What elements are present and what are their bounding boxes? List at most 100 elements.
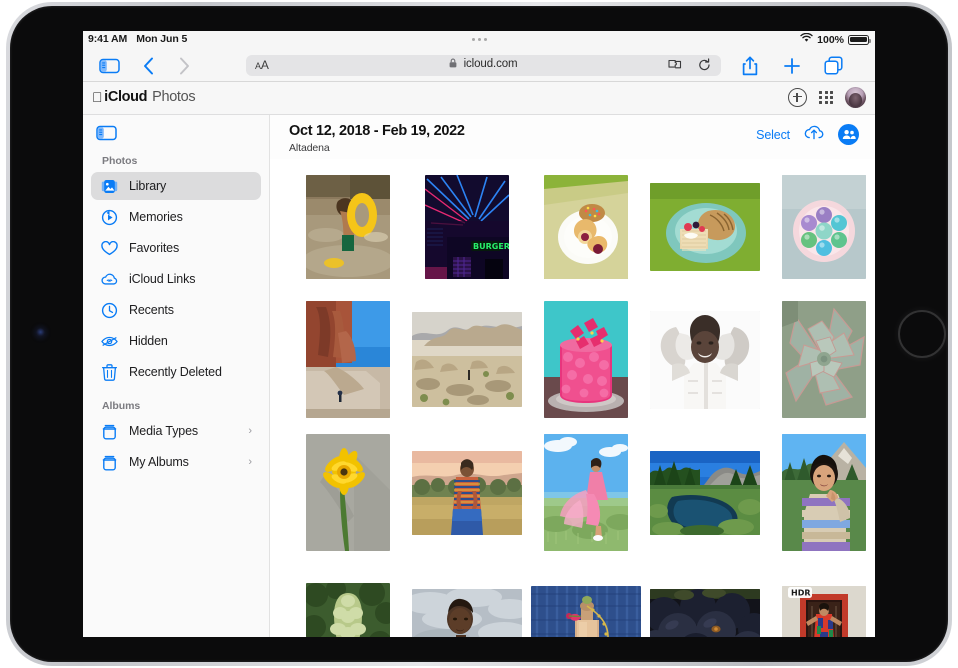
photo-grid: BURGERS (270, 159, 875, 637)
album-icon (101, 423, 118, 440)
photo-cell[interactable] (764, 164, 875, 289)
photo-perfume-bottle-denim[interactable] (530, 585, 641, 637)
photo-cell[interactable] (288, 297, 407, 422)
photo-neon-burgers-diner-sign[interactable]: BURGERS (424, 174, 509, 279)
photo-cell[interactable] (407, 430, 526, 555)
photo-yellow-gerbera-daisy[interactable] (305, 434, 390, 551)
photo-cell[interactable] (645, 430, 764, 555)
photo-pink-frosted-cake[interactable] (543, 301, 628, 418)
tabs-overview-icon[interactable] (823, 55, 844, 76)
photo-child-in-water-with-yellow-float[interactable] (305, 174, 390, 279)
sidebar-item-media-types[interactable]: Media Types › (91, 417, 261, 445)
photo-cell[interactable] (526, 563, 645, 637)
ipad-device: 9:41 AM Mon Jun 5 100% AA icloud.com iCl… (0, 0, 958, 668)
photo-pastries-on-white-plate[interactable] (543, 174, 628, 279)
sidebar-item-label: My Albums (129, 455, 189, 469)
cloud-upload-icon[interactable] (804, 124, 824, 145)
photo-woman-pink-dress-meadow[interactable] (543, 434, 628, 551)
photo-dark-plums-closeup[interactable] (649, 588, 760, 637)
sidebar-group-header: Albums (102, 400, 141, 412)
eye-slash-icon (101, 333, 118, 350)
sidebar-item-my-albums[interactable]: My Albums › (91, 448, 261, 476)
sidebar-item-label: Library (129, 179, 167, 193)
sidebar-item-label: Recently Deleted (129, 365, 222, 379)
sidebar-group-header: Photos (102, 155, 138, 167)
photo-dessert-on-teal-plate[interactable] (649, 182, 760, 271)
photo-macarons-on-pink-plate[interactable] (781, 174, 866, 279)
photos-app-body: Photos Library Memories Favorites iCloud… (83, 115, 875, 637)
select-button[interactable]: Select (756, 128, 790, 142)
battery-icon (848, 34, 871, 45)
sidebar-group-photos: Photos Library Memories Favorites iCloud… (83, 155, 269, 389)
photo-cell[interactable] (526, 297, 645, 422)
photo-person-striped-sweater-field[interactable] (411, 450, 522, 535)
photo-cell[interactable] (288, 430, 407, 555)
photos-content: Oct 12, 2018 - Feb 19, 2022 Altadena Sel… (270, 115, 875, 637)
user-avatar[interactable] (845, 87, 866, 108)
sidebar-item-memories[interactable]: Memories (91, 203, 261, 231)
status-bar-left: 9:41 AM Mon Jun 5 (88, 33, 187, 45)
photo-cell[interactable] (645, 297, 764, 422)
photo-cell[interactable] (288, 563, 407, 637)
sidebar-item-label: Recents (129, 303, 174, 317)
safari-toolbar: AA icloud.com (83, 49, 875, 82)
photo-young-man-cloudy-sky[interactable] (411, 588, 522, 637)
share-icon[interactable] (740, 55, 760, 76)
sidebar-group-albums: Albums Media Types › My Albums › (83, 400, 269, 479)
sidebar-item-icloud-links[interactable]: iCloud Links (91, 265, 261, 293)
back-button[interactable] (139, 55, 157, 76)
address-bar[interactable]: AA icloud.com (246, 55, 721, 76)
icloud-brand[interactable]:  iCloud Photos (92, 89, 196, 105)
photo-row: HDR (288, 563, 866, 637)
photo-red-rock-canyon-hiker[interactable] (305, 301, 390, 418)
sidebar-item-label: iCloud Links (129, 272, 196, 286)
photo-cell[interactable] (764, 430, 875, 555)
puzzle-extension-icon[interactable] (668, 59, 682, 77)
apple-logo-icon:  (92, 89, 103, 105)
photo-woman-striped-sweater-mountains[interactable] (781, 434, 866, 551)
sidebar-item-hidden[interactable]: Hidden (91, 327, 261, 355)
photo-cell[interactable] (288, 164, 407, 289)
status-bar-right: 100% (800, 32, 871, 46)
multitasking-handle[interactable] (472, 38, 487, 41)
photo-desert-boulder-landscape[interactable] (411, 312, 522, 407)
photo-cell[interactable] (764, 297, 875, 422)
reload-icon[interactable] (698, 58, 711, 77)
photo-cell[interactable] (645, 563, 764, 637)
photo-cell[interactable] (526, 164, 645, 289)
photo-cell[interactable] (407, 297, 526, 422)
sidebar-item-favorites[interactable]: Favorites (91, 234, 261, 262)
photo-cell[interactable]: HDR (764, 563, 875, 637)
status-time: 9:41 AM (88, 33, 128, 45)
photo-cell[interactable] (645, 164, 764, 289)
sidebar-collapse-icon[interactable] (96, 125, 119, 144)
forward-button (175, 55, 193, 76)
photo-green-cactus-flower[interactable] (305, 582, 390, 637)
photo-cell[interactable] (407, 563, 526, 637)
brand-icloud: iCloud (94, 89, 147, 105)
plus-circle-icon[interactable] (788, 88, 808, 107)
photo-alpine-pond-forest[interactable] (649, 450, 760, 535)
memories-icon (101, 209, 118, 226)
svg-text:HDR: HDR (791, 588, 811, 597)
sidebar-item-recents[interactable]: Recents (91, 296, 261, 324)
album-icon (101, 454, 118, 471)
app-grid-icon[interactable] (819, 90, 833, 105)
icloud-bar-actions (788, 87, 866, 108)
page-title: Oct 12, 2018 - Feb 19, 2022 (289, 123, 465, 139)
shared-library-button[interactable] (838, 124, 859, 145)
chevron-right-icon: › (248, 456, 252, 468)
new-tab-icon[interactable] (782, 55, 802, 76)
content-actions: Select (756, 124, 859, 145)
front-camera-icon (36, 328, 45, 337)
sidebar-item-library[interactable]: Library (91, 172, 261, 200)
sidebar-item-label: Favorites (129, 241, 180, 255)
photo-cell[interactable]: BURGERS (407, 164, 526, 289)
sidebar-item-label: Media Types (129, 424, 198, 438)
sidebar-toggle-icon[interactable] (98, 55, 121, 76)
photo-bw-portrait-smiling-woman[interactable] (649, 310, 760, 409)
photo-person-red-doorway-hdr[interactable]: HDR (781, 585, 866, 637)
sidebar-item-recently-deleted[interactable]: Recently Deleted (91, 358, 261, 386)
photo-succulent-plant-closeup[interactable] (781, 301, 866, 418)
photo-cell[interactable] (526, 430, 645, 555)
